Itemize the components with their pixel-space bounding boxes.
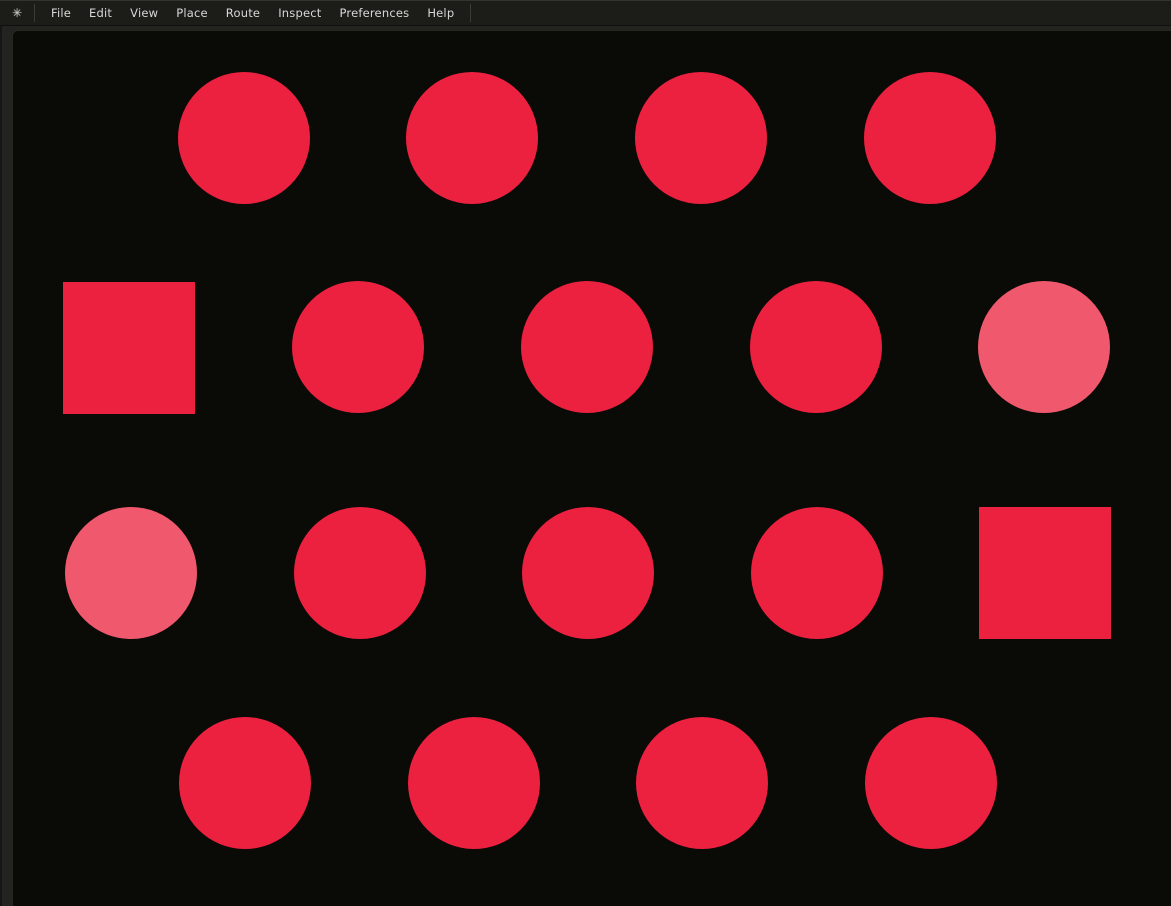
menu-item-place[interactable]: Place xyxy=(167,1,217,25)
menu-items-container: FileEditViewPlaceRouteInspectPreferences… xyxy=(42,1,463,25)
menubar: ✳ FileEditViewPlaceRouteInspectPreferenc… xyxy=(0,0,1171,26)
pad-square[interactable] xyxy=(63,282,195,414)
pad-circle[interactable] xyxy=(635,72,767,204)
pad-circle[interactable] xyxy=(864,72,996,204)
pad-circle[interactable] xyxy=(865,717,997,849)
menu-item-file[interactable]: File xyxy=(42,1,80,25)
app-icon: ✳ xyxy=(7,1,27,25)
pad-circle[interactable] xyxy=(179,717,311,849)
pad-circle[interactable] xyxy=(65,507,197,639)
menubar-separator-right xyxy=(470,4,471,22)
pad-circle[interactable] xyxy=(750,281,882,413)
pad-circle[interactable] xyxy=(292,281,424,413)
pad-circle[interactable] xyxy=(521,281,653,413)
pad-circle[interactable] xyxy=(751,507,883,639)
pad-circle[interactable] xyxy=(294,507,426,639)
pad-circle[interactable] xyxy=(408,717,540,849)
pad-circle[interactable] xyxy=(978,281,1110,413)
menu-item-view[interactable]: View xyxy=(121,1,167,25)
menu-item-route[interactable]: Route xyxy=(217,1,269,25)
menu-item-inspect[interactable]: Inspect xyxy=(269,1,330,25)
pad-circle[interactable] xyxy=(406,72,538,204)
menu-item-preferences[interactable]: Preferences xyxy=(330,1,418,25)
menu-item-edit[interactable]: Edit xyxy=(80,1,121,25)
editor-canvas[interactable] xyxy=(12,30,1171,906)
pad-circle[interactable] xyxy=(636,717,768,849)
pad-square[interactable] xyxy=(979,507,1111,639)
window-left-gutter xyxy=(0,26,12,906)
pad-circle[interactable] xyxy=(522,507,654,639)
menu-item-help[interactable]: Help xyxy=(418,1,463,25)
pad-circle[interactable] xyxy=(178,72,310,204)
menubar-separator-left xyxy=(34,4,35,22)
